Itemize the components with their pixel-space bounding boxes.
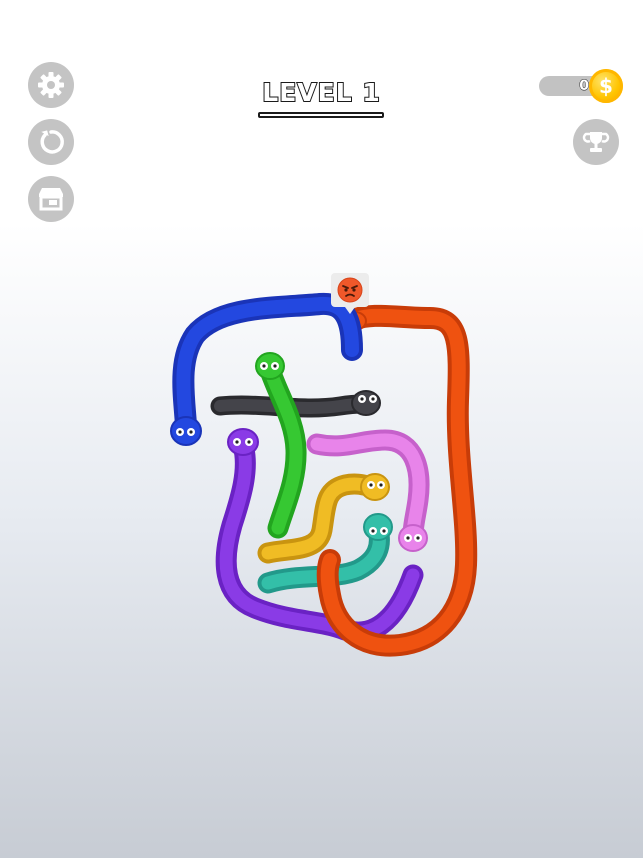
snake-head-blue[interactable] — [170, 416, 202, 446]
snake-head-purple[interactable] — [227, 428, 259, 456]
snake-green[interactable] — [255, 352, 307, 539]
snake-board — [170, 292, 478, 657]
snake-head-black[interactable] — [351, 390, 381, 416]
snake-head-green[interactable] — [255, 352, 285, 380]
angry-face-icon — [337, 277, 363, 303]
snake-head-teal[interactable] — [363, 513, 393, 541]
snake-head-pink[interactable] — [398, 524, 428, 552]
angry-badge — [331, 273, 369, 314]
snake-head-yellow[interactable] — [360, 473, 390, 501]
snake-black[interactable] — [210, 390, 381, 418]
